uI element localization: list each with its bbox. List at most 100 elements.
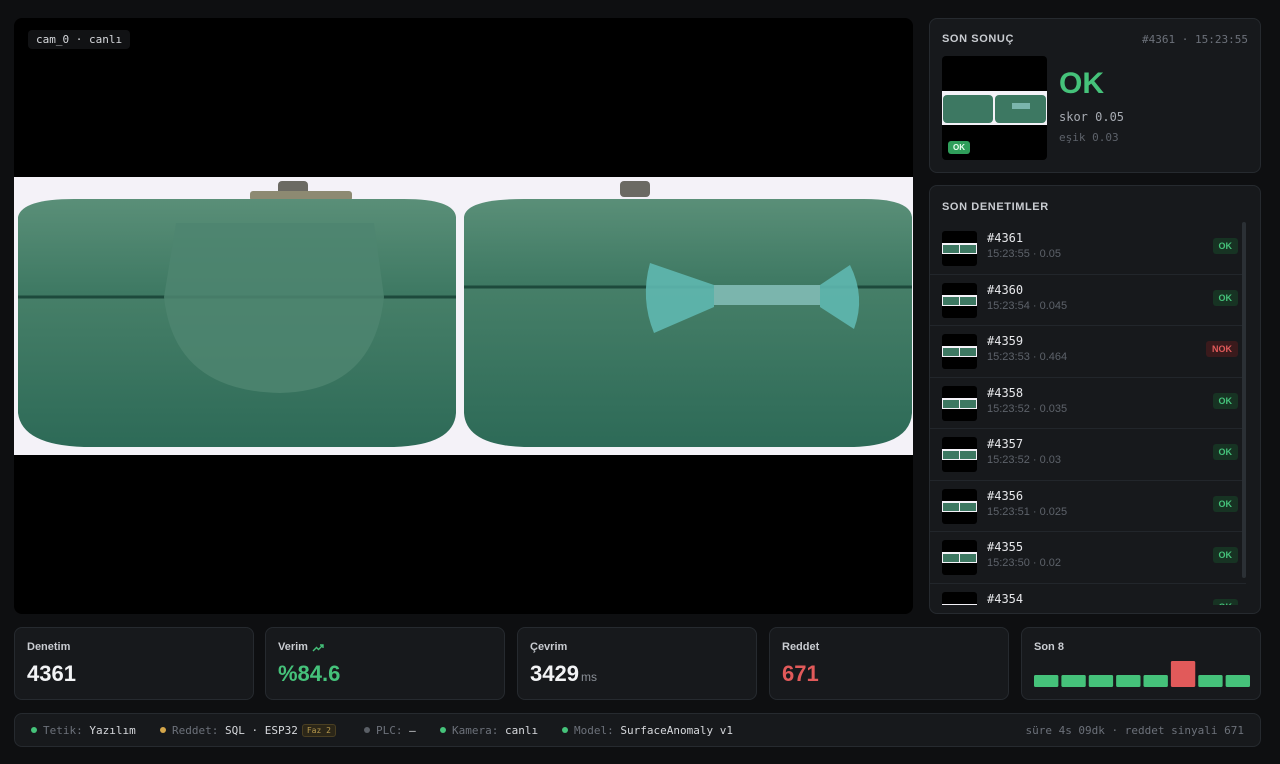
stat-card-yield: Verim %84.6	[265, 627, 505, 700]
inspection-row[interactable]: #4354 OK	[930, 584, 1246, 606]
recent-inspections-list[interactable]: #4361 15:23:55 · 0.05 OK #4360 15:23:54 …	[930, 223, 1246, 605]
last-result-meta: #4361 · 15:23:55	[1142, 33, 1248, 46]
last8-result-bar	[1143, 675, 1168, 687]
last-result-title: SON SONUÇ	[942, 33, 1015, 45]
inspection-thumbnail	[942, 282, 977, 318]
stat-card-reject: Reddet 671	[769, 627, 1009, 700]
inspection-row[interactable]: #4357 15:23:52 · 0.03 OK	[930, 429, 1246, 481]
footer-value: SurfaceAnomaly v1	[620, 724, 733, 737]
last-result-panel: SON SONUÇ #4361 · 15:23:55 OK OK skor 0.…	[929, 18, 1261, 173]
status-dot	[364, 727, 370, 733]
recent-inspections-panel: SON DENETIMLER #4361 15:23:55 · 0.05 OK …	[929, 185, 1261, 614]
recent-inspections-title: SON DENETIMLER	[942, 201, 1049, 213]
inspection-id: #4354	[987, 591, 1024, 606]
status-badge: OK	[1212, 392, 1238, 409]
phase-badge: Faz 2	[301, 724, 336, 737]
last-result-thumb-badge: OK	[948, 141, 970, 154]
last8-result-bar	[1116, 675, 1141, 687]
stat-value-wrap: 3429 ms	[530, 661, 597, 687]
stat-card-cycle: Çevrim 3429 ms	[517, 627, 757, 700]
inspection-row[interactable]: #4355 15:23:50 · 0.02 OK	[930, 532, 1246, 584]
inspection-meta: 15:23:52 · 0.03	[987, 454, 1062, 466]
footer-reject: Reddet: SQL · ESP32 Faz 2	[160, 724, 336, 737]
footer-value: Yazılım	[89, 724, 136, 737]
last8-result-bar	[1088, 675, 1114, 687]
inspection-thumbnail	[942, 385, 977, 421]
footer-value: canlı	[504, 724, 539, 737]
last-result-thumbnail-image	[942, 91, 1047, 125]
inspection-meta: 15:23:54 · 0.045	[987, 299, 1068, 312]
footer-key: Kamera:	[452, 724, 499, 737]
footer-plc: PLC: —	[364, 724, 416, 737]
camera-view: cam_0 · canlı	[14, 18, 913, 614]
footer-value: SQL · ESP32	[224, 724, 298, 737]
inspection-row[interactable]: #4360 15:23:54 · 0.045 OK	[930, 275, 1246, 326]
stat-value: 4361	[27, 661, 76, 686]
recent-list-scrollbar[interactable]	[1242, 222, 1246, 578]
inspection-meta: 15:23:50 · 0.02	[987, 557, 1062, 569]
inspection-meta: 15:23:52 · 0.035	[987, 402, 1068, 415]
camera-frame-image	[14, 177, 913, 455]
last8-result-bar	[1034, 675, 1059, 687]
footer-uptime: süre 4s 09dk · reddet sinyali 671	[1025, 724, 1244, 737]
stat-card-last8: Son 8	[1021, 627, 1261, 700]
inspection-id: #4360	[987, 282, 1024, 297]
camera-label: cam_0 · canlı	[28, 30, 131, 49]
inspection-meta: 15:23:53 · 0.464	[987, 351, 1068, 363]
stat-value: %84.6	[278, 661, 341, 686]
inspection-id: #4356	[987, 488, 1024, 503]
last-result-thumbnail[interactable]: OK	[942, 56, 1047, 160]
footer-key: Reddet:	[172, 724, 219, 737]
last8-result-strip	[1034, 661, 1250, 687]
status-dot	[160, 727, 166, 733]
inspection-thumbnail	[942, 488, 977, 524]
stat-label-wrap: Verim	[278, 641, 324, 653]
status-dot	[440, 727, 446, 733]
footer-trigger: Tetik: Yazılım	[31, 724, 136, 737]
footer-key: Tetik:	[43, 724, 83, 737]
stat-value: 3429	[530, 661, 579, 686]
status-badge: OK	[1212, 444, 1238, 460]
status-badge: OK	[1212, 547, 1238, 563]
stat-label: Reddet	[782, 641, 820, 653]
inspection-thumbnail	[942, 591, 977, 605]
status-dot	[562, 727, 568, 733]
last8-result-bar	[1198, 675, 1223, 687]
inspection-id: #4355	[987, 540, 1024, 554]
stat-unit: ms	[580, 670, 597, 684]
last8-result-bar	[1061, 675, 1086, 687]
inspection-row[interactable]: #4359 15:23:53 · 0.464 NOK	[930, 326, 1246, 378]
status-badge: OK	[1212, 289, 1238, 306]
inspection-id: #4357	[987, 437, 1024, 451]
trend-up-icon	[312, 643, 324, 652]
inspection-row[interactable]: #4358 15:23:52 · 0.035 OK	[930, 378, 1246, 429]
last-result-score: skor 0.05	[1059, 110, 1125, 124]
stat-label: Verim	[278, 641, 308, 653]
inspection-row[interactable]: #4361 15:23:55 · 0.05 OK	[930, 223, 1246, 275]
inspection-thumbnail	[942, 540, 977, 575]
stat-label: Son 8	[1034, 641, 1064, 653]
status-badge: OK	[1212, 495, 1238, 512]
status-badge: OK	[1212, 238, 1238, 254]
inspection-meta: 15:23:51 · 0.025	[987, 505, 1068, 518]
inspection-id: #4359	[987, 334, 1024, 348]
footer-model: Model: SurfaceAnomaly v1	[562, 724, 733, 737]
footer-value: —	[409, 724, 416, 737]
last8-result-bar	[1170, 661, 1196, 687]
footer-key: Model:	[574, 724, 614, 737]
status-badge: NOK	[1206, 341, 1238, 357]
footer-key: PLC:	[376, 724, 403, 737]
footer-camera: Kamera: canlı	[440, 724, 538, 737]
last8-result-bar	[1225, 675, 1250, 687]
status-dot	[31, 727, 37, 733]
stat-label: Denetim	[27, 641, 71, 653]
inspection-id: #4361	[987, 231, 1024, 245]
last-result-threshold: eşik 0.03	[1059, 131, 1119, 144]
stat-card-inspection: Denetim 4361	[14, 627, 254, 700]
inspection-id: #4358	[987, 385, 1024, 400]
inspection-meta: 15:23:55 · 0.05	[987, 248, 1062, 260]
inspection-thumbnail	[942, 437, 977, 472]
inspection-row[interactable]: #4356 15:23:51 · 0.025 OK	[930, 481, 1246, 532]
inspection-thumbnail	[942, 231, 977, 266]
stat-label: Çevrim	[530, 641, 568, 653]
